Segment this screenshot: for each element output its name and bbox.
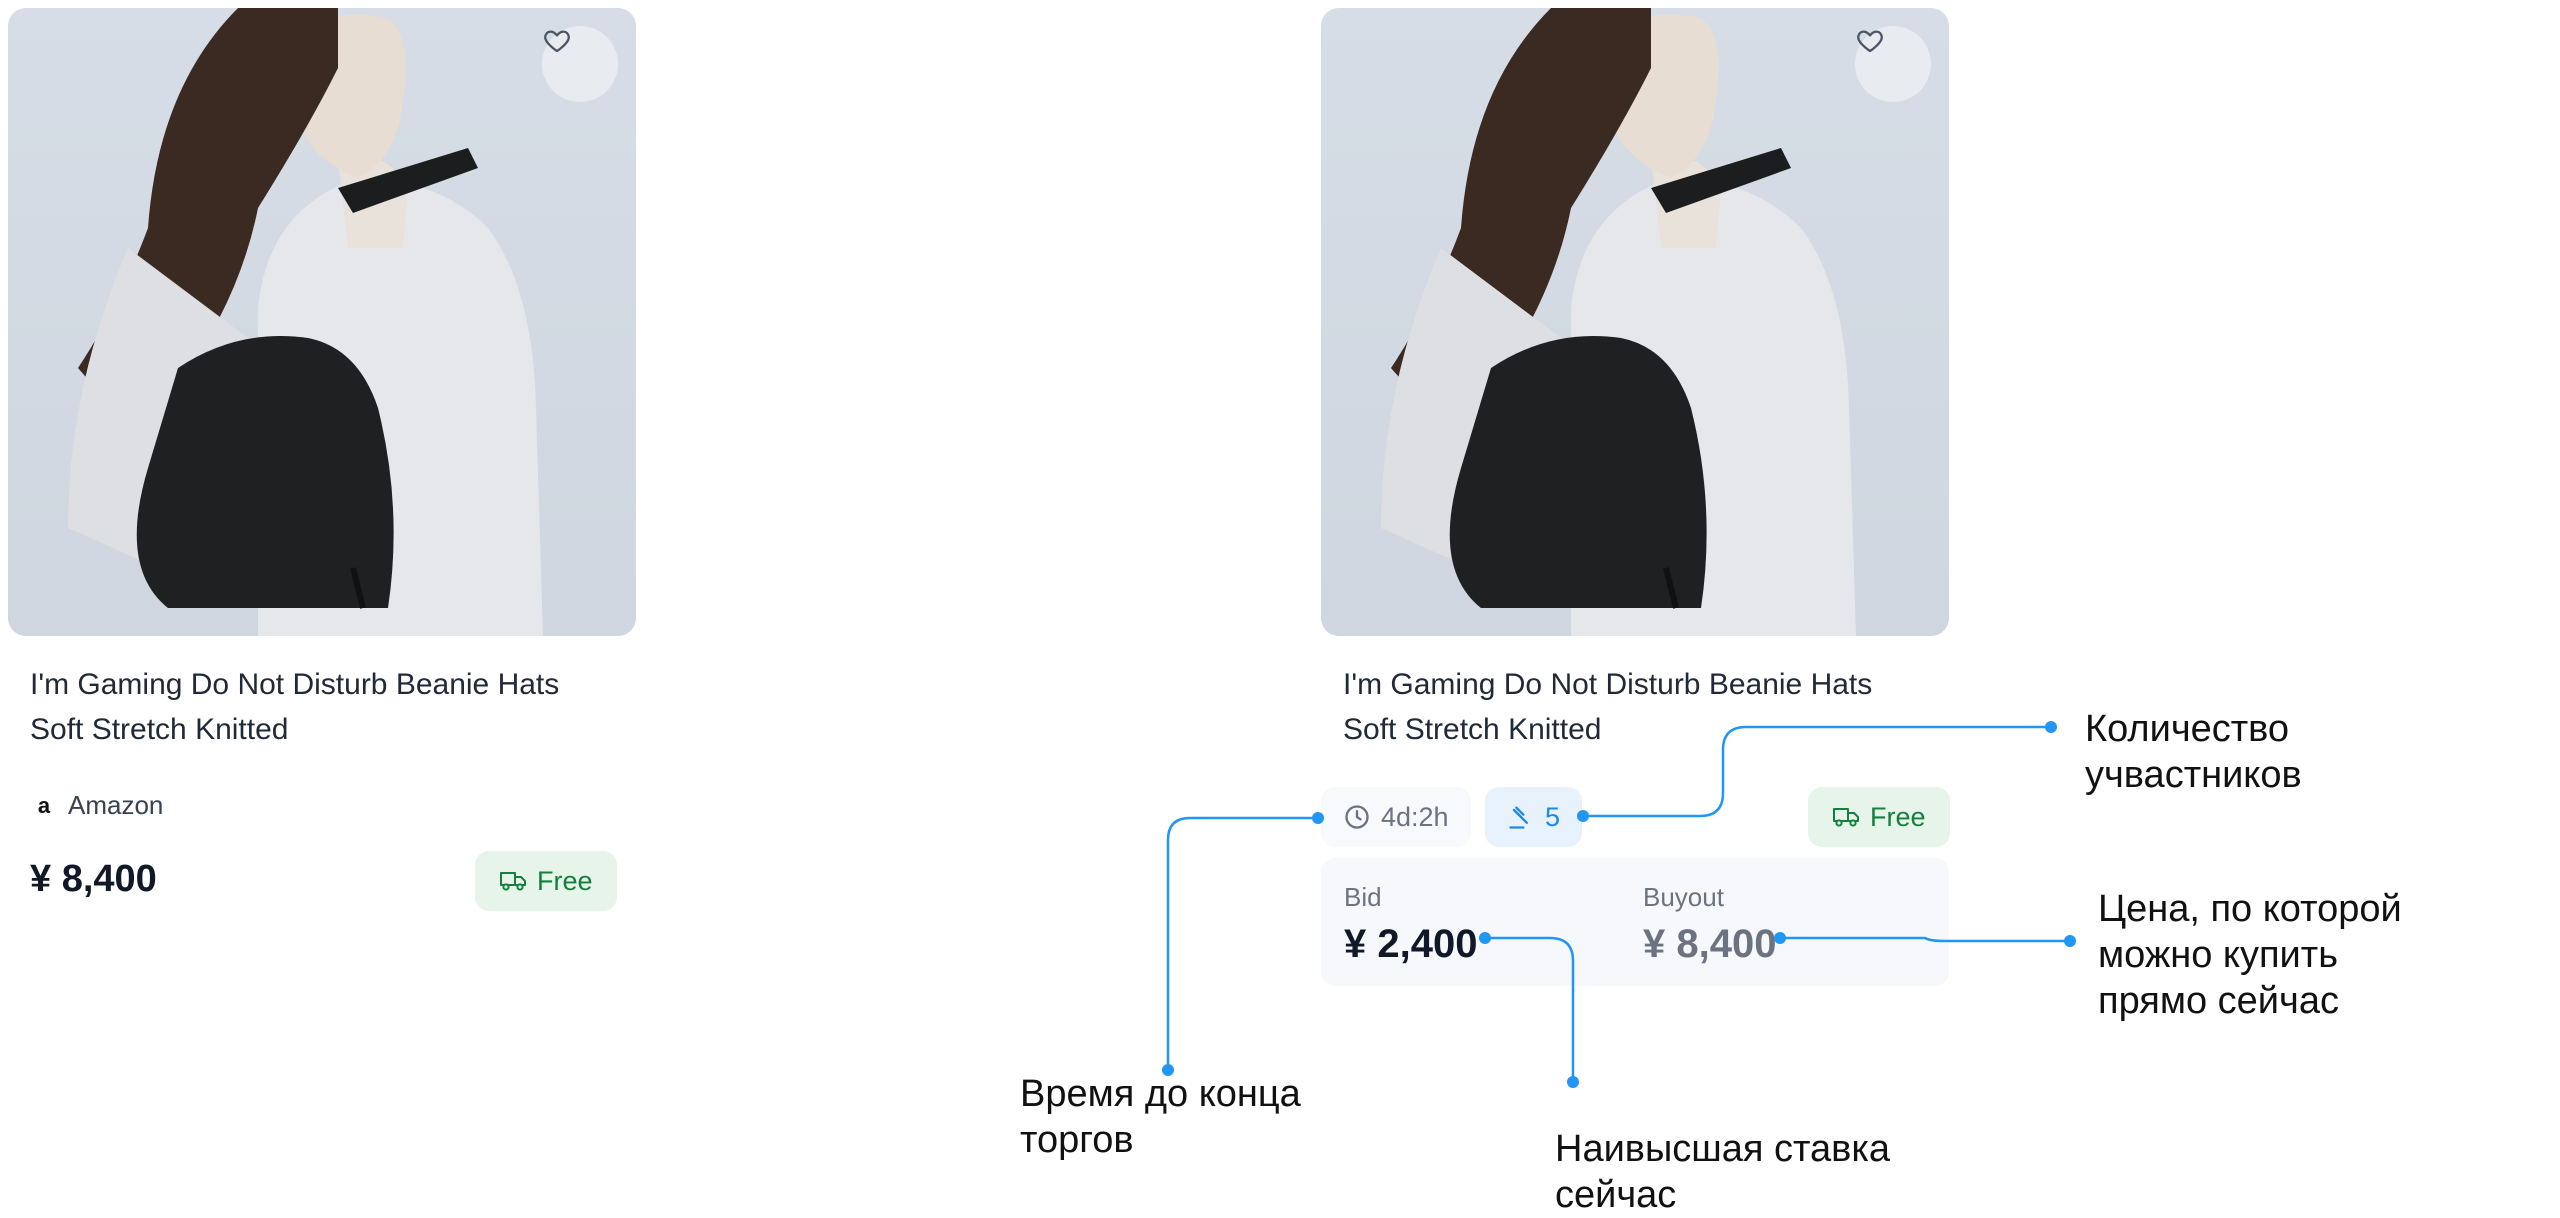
- annotation-participants: Количество учвастников: [2085, 708, 2302, 796]
- connector-participants: [1583, 725, 2051, 818]
- connector-buyout: [1780, 936, 2070, 943]
- dot-time-start: [1312, 812, 1324, 824]
- connector-time: [1166, 816, 1318, 1070]
- dot-participants-end: [2045, 721, 2057, 733]
- dot-buyout-end: [2064, 935, 2076, 947]
- dot-participants-start: [1577, 810, 1589, 822]
- dot-buyout-start: [1774, 932, 1786, 944]
- annotation-highest-bid: Наивысшая ставка сейчас: [1555, 1128, 1890, 1216]
- annotation-buyout: Цена, по которой можно купить прямо сейч…: [2098, 888, 2402, 1022]
- dot-highest-bid-start: [1479, 932, 1491, 944]
- dot-highest-bid-end: [1567, 1076, 1579, 1088]
- annotation-connectors: [1162, 721, 2076, 1088]
- connector-highest-bid: [1485, 936, 1575, 1082]
- annotation-time-left: Время до конца торгов: [1020, 1073, 1301, 1161]
